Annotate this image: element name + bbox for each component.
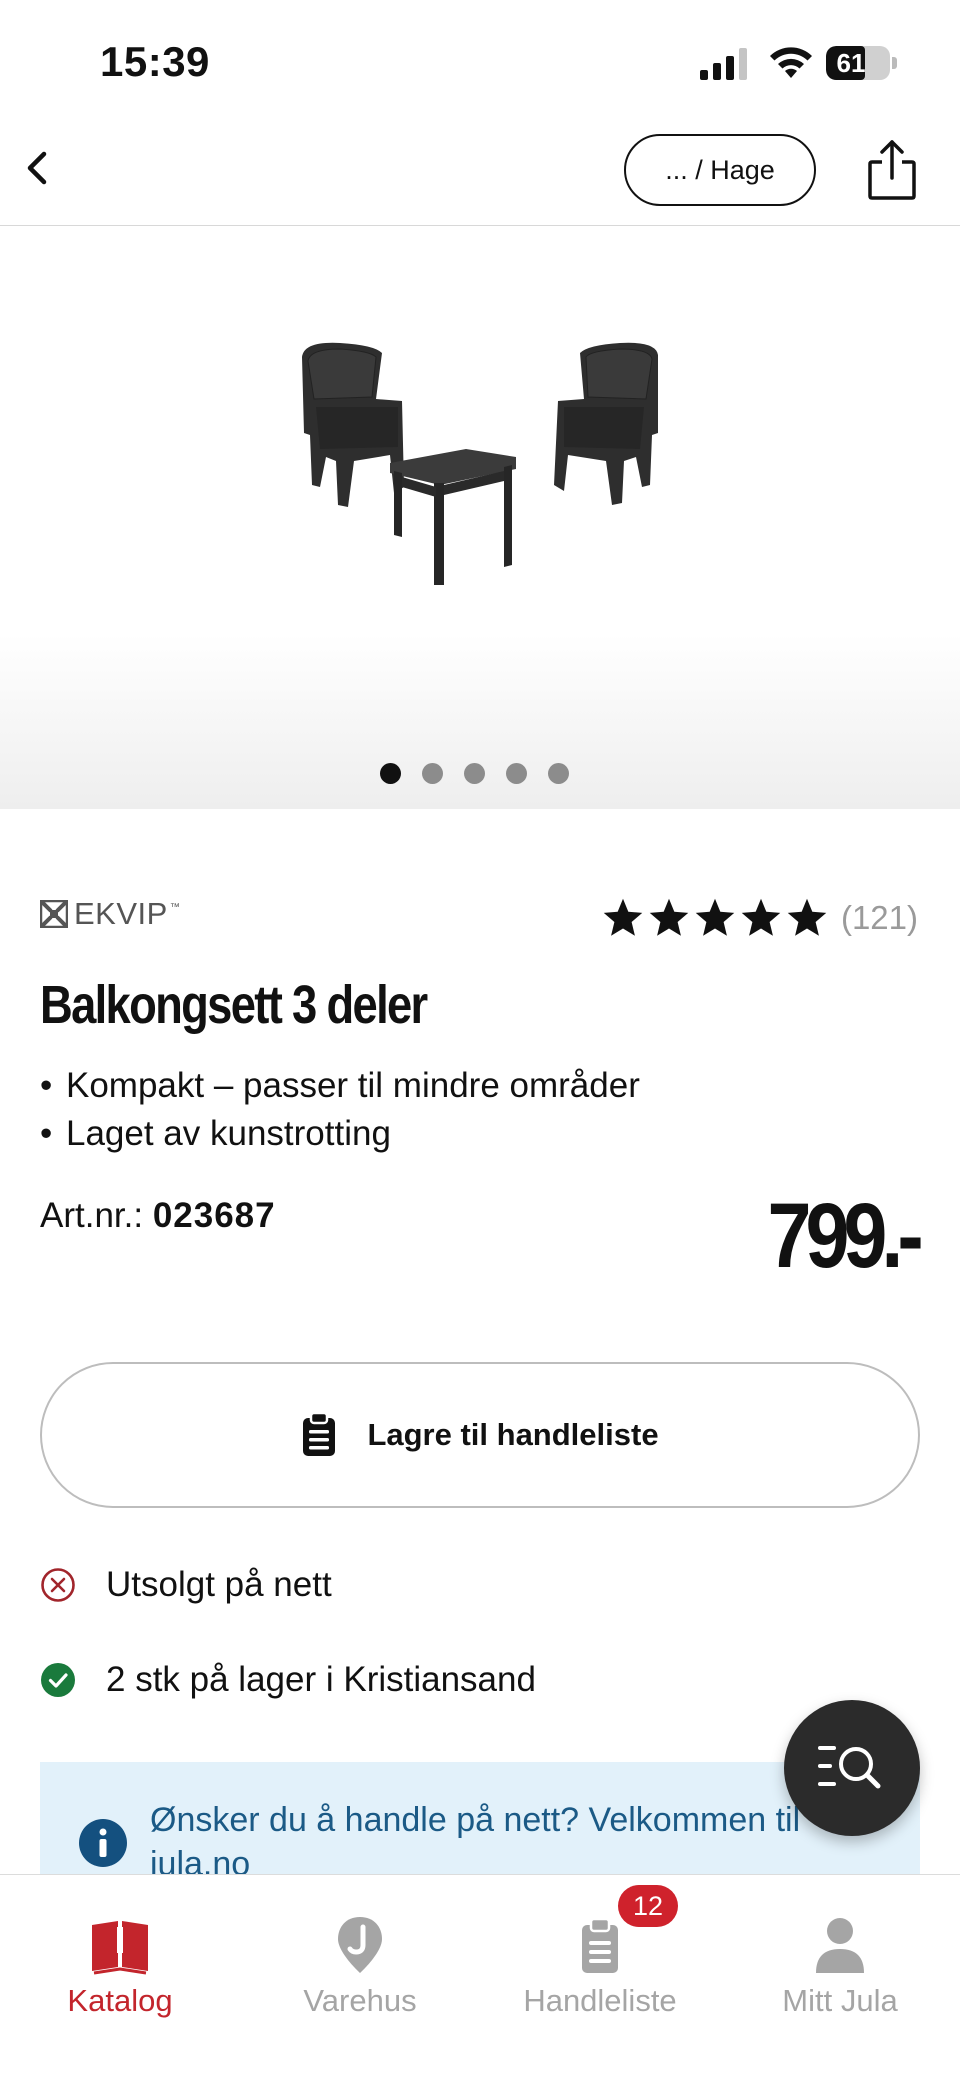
bullet-marker: • <box>40 1066 53 1105</box>
gallery-dot[interactable] <box>380 763 401 784</box>
tab-label: Mitt Jula <box>782 1983 898 2018</box>
tab-label: Katalog <box>67 1983 173 2018</box>
share-icon[interactable] <box>862 138 922 202</box>
product-highlights: • Kompakt – passer til mindre områder • … <box>40 1062 640 1158</box>
article-number: Art.nr.: 023687 <box>40 1196 276 1236</box>
status-bar: 15:39 61 <box>0 0 960 120</box>
breadcrumb[interactable]: ... / Hage <box>624 134 816 206</box>
gallery-pagination <box>380 763 590 785</box>
status-time: 15:39 <box>100 38 210 85</box>
brand-trademark: ™ <box>169 901 180 913</box>
catalog-book-icon <box>92 1921 148 1975</box>
article-number-label: Art.nr.: <box>40 1196 153 1235</box>
user-icon <box>816 1918 864 1973</box>
product-rating[interactable]: (121) <box>601 894 918 942</box>
save-to-list-button[interactable]: Lagre til handleliste <box>40 1362 920 1508</box>
star-icon <box>649 898 689 936</box>
wifi-icon <box>770 47 812 78</box>
bottom-tab-bar: Katalog Varehus 12 Handleliste Mitt Jula <box>0 1874 960 2078</box>
tab-varehus[interactable]: Varehus <box>240 1875 480 2035</box>
shopping-list-count-badge: 12 <box>618 1885 678 1927</box>
in-stock-check-icon <box>41 1663 75 1697</box>
highlight-item: • Laget av kunstrotting <box>40 1110 640 1158</box>
star-icon <box>787 898 827 936</box>
highlight-item: • Kompakt – passer til mindre områder <box>40 1062 640 1110</box>
product-title: Balkongsett 3 deler <box>40 975 428 1035</box>
save-to-list-label: Lagre til handleliste <box>367 1417 659 1452</box>
search-fab-button[interactable] <box>784 1700 920 1836</box>
brand-name: EKVIP <box>74 896 168 931</box>
gallery-dot[interactable] <box>422 763 443 784</box>
highlight-text: Kompakt – passer til mindre områder <box>66 1066 640 1105</box>
shopping-list-icon <box>582 1917 618 1973</box>
nav-header: ... / Hage <box>0 120 960 226</box>
online-availability-text: Utsolgt på nett <box>106 1565 332 1604</box>
info-banner-text: Ønsker du å handle på nett? Velkommen ti… <box>150 1801 801 1882</box>
chevron-left-icon[interactable] <box>10 140 66 196</box>
product-image[interactable] <box>290 337 670 597</box>
tab-mitt-jula[interactable]: Mitt Jula <box>720 1875 960 2035</box>
article-number-value: 023687 <box>152 1196 276 1235</box>
highlight-text: Laget av kunstrotting <box>66 1114 391 1153</box>
star-icon <box>741 898 781 936</box>
tab-label: Handleliste <box>523 1983 677 2018</box>
review-count: (121) <box>840 899 918 936</box>
ekvip-logo-icon <box>40 900 68 928</box>
gallery-dot[interactable] <box>548 763 569 784</box>
cellular-signal-icon <box>700 48 747 80</box>
bullet-marker: • <box>40 1114 53 1153</box>
store-location-icon <box>338 1917 382 1973</box>
brand-logo[interactable]: EKVIP ™ <box>40 896 180 932</box>
clipboard-list-icon <box>303 1412 336 1456</box>
gallery-dot[interactable] <box>464 763 485 784</box>
star-icon <box>695 898 735 936</box>
battery-level: 61 <box>836 48 866 78</box>
product-price: 799.- <box>767 1185 924 1287</box>
sold-out-icon <box>41 1568 75 1602</box>
search-list-icon <box>818 1746 881 1789</box>
star-icon <box>603 898 643 936</box>
tab-katalog[interactable]: Katalog <box>0 1875 240 2035</box>
product-gallery[interactable] <box>0 227 960 809</box>
gallery-dot[interactable] <box>506 763 527 784</box>
tab-handleliste[interactable]: 12 Handleliste <box>480 1875 720 2035</box>
info-icon <box>79 1819 127 1867</box>
store-availability-text: 2 stk på lager i Kristiansand <box>106 1660 536 1699</box>
store-availability[interactable]: 2 stk på lager i Kristiansand <box>40 1655 536 1705</box>
tab-label: Varehus <box>303 1983 417 2018</box>
battery-icon: 61 <box>826 46 897 80</box>
rating-stars <box>601 896 829 940</box>
online-availability: Utsolgt på nett <box>40 1560 332 1610</box>
